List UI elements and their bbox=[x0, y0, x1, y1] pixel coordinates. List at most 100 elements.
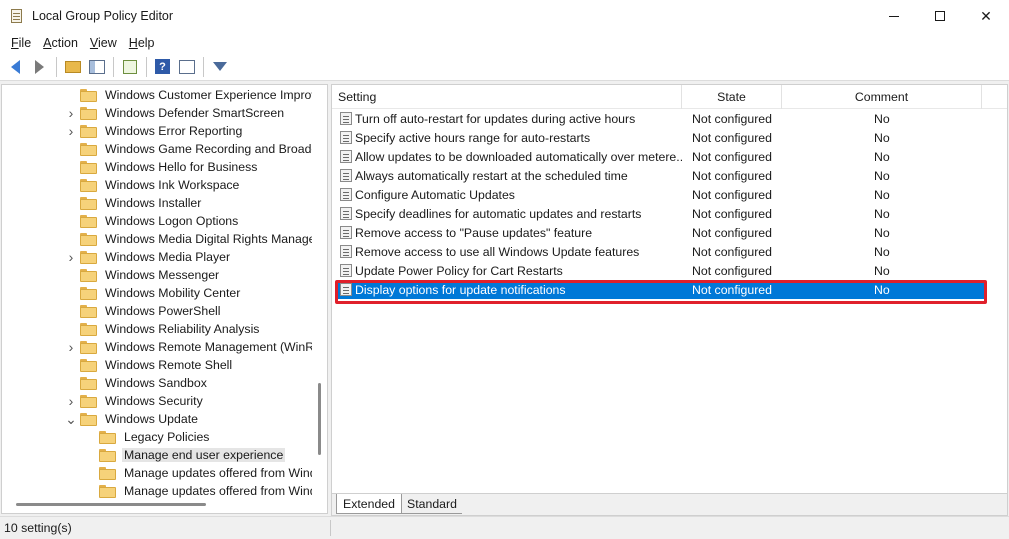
tree-horizontal-scrollbar[interactable] bbox=[2, 497, 315, 513]
tree-item-label: Windows Mobility Center bbox=[105, 286, 241, 300]
tree-item[interactable]: › Windows Security bbox=[2, 392, 312, 410]
tree-item[interactable]: › Windows Remote Management (WinRI bbox=[2, 338, 312, 356]
up-one-level-button[interactable] bbox=[61, 56, 84, 78]
table-row[interactable]: Always automatically restart at the sche… bbox=[332, 166, 1007, 185]
minimize-button[interactable] bbox=[871, 0, 917, 32]
menu-view[interactable]: View bbox=[84, 36, 123, 50]
tree-item[interactable]: Windows Reliability Analysis bbox=[2, 320, 312, 338]
tree-item-label: Windows Customer Experience Improv bbox=[105, 88, 312, 102]
chevron-right-icon[interactable]: › bbox=[66, 338, 76, 356]
column-header-comment[interactable]: Comment bbox=[782, 85, 982, 109]
setting-comment: No bbox=[874, 244, 890, 259]
chevron-right-icon[interactable]: › bbox=[66, 248, 76, 266]
column-header-state[interactable]: State bbox=[682, 85, 782, 109]
export-list-button[interactable] bbox=[118, 56, 141, 78]
view-tabs: Extended Standard bbox=[331, 494, 1008, 516]
tree-item-label: Windows Error Reporting bbox=[105, 124, 243, 138]
chevron-right-icon[interactable]: › bbox=[66, 104, 76, 122]
setting-name: Configure Automatic Updates bbox=[355, 187, 515, 202]
tree-item[interactable]: Windows Mobility Center bbox=[2, 284, 312, 302]
tree-vertical-scrollbar[interactable] bbox=[315, 85, 327, 497]
maximize-button[interactable] bbox=[917, 0, 963, 32]
tree-pane[interactable]: Windows Customer Experience Improv › Windo… bbox=[1, 84, 328, 514]
filter-icon bbox=[212, 62, 227, 71]
tree-item[interactable]: Windows Media Digital Rights Manage bbox=[2, 230, 312, 248]
table-row[interactable]: Turn off auto-restart for updates during… bbox=[332, 109, 1007, 128]
tree-item[interactable]: › Windows Error Reporting bbox=[2, 122, 312, 140]
properties-button[interactable] bbox=[175, 56, 198, 78]
table-row[interactable]: Configure Automatic Updates Not configure… bbox=[332, 185, 1007, 204]
status-separator bbox=[330, 520, 331, 536]
tree-item[interactable]: Windows Customer Experience Improv bbox=[2, 86, 312, 104]
toolbar: ? bbox=[0, 53, 1009, 81]
tree-item[interactable]: Windows Game Recording and Broadca bbox=[2, 140, 312, 158]
back-button[interactable] bbox=[4, 56, 27, 78]
tree-item[interactable]: ⌄ Windows Update bbox=[2, 410, 312, 428]
show-hide-tree-icon bbox=[88, 59, 105, 74]
tree-item[interactable]: › Windows Media Player bbox=[2, 248, 312, 266]
close-button[interactable]: ✕ bbox=[963, 0, 1009, 32]
filter-button[interactable] bbox=[208, 56, 231, 78]
table-row[interactable]: Update Power Policy for Cart Restarts Not… bbox=[332, 261, 1007, 280]
setting-name: Display options for update notifications bbox=[355, 282, 566, 297]
up-folder-icon bbox=[64, 60, 81, 73]
settings-list-pane[interactable]: Setting State Comment Turn off auto-rest… bbox=[331, 84, 1008, 494]
chevron-right-icon[interactable]: › bbox=[66, 392, 76, 410]
status-bar: 10 setting(s) bbox=[0, 516, 1009, 539]
folder-icon bbox=[80, 125, 97, 138]
table-row[interactable]: Remove access to "Pause updates" feature… bbox=[332, 223, 1007, 242]
folder-icon bbox=[80, 341, 97, 354]
tab-standard[interactable]: Standard bbox=[402, 494, 462, 514]
policy-setting-icon bbox=[340, 150, 352, 163]
table-row[interactable]: Specify deadlines for automatic updates … bbox=[332, 204, 1007, 223]
tree-item[interactable]: Windows Logon Options bbox=[2, 212, 312, 230]
tree-item-label: Manage updates offered from Wind bbox=[124, 466, 312, 480]
column-header-setting[interactable]: Setting bbox=[332, 85, 682, 109]
help-button[interactable]: ? bbox=[151, 56, 174, 78]
tab-extended[interactable]: Extended bbox=[336, 494, 402, 514]
folder-icon bbox=[80, 287, 97, 300]
tree-item-label: Windows Game Recording and Broadca bbox=[105, 142, 312, 156]
tree-item[interactable]: Legacy Policies bbox=[2, 428, 312, 446]
folder-icon bbox=[80, 143, 97, 156]
tree-item[interactable]: Windows PowerShell bbox=[2, 302, 312, 320]
folder-icon bbox=[80, 413, 97, 426]
tree-item-label: Windows Ink Workspace bbox=[105, 178, 240, 192]
title-bar: Local Group Policy Editor ✕ bbox=[0, 0, 1009, 32]
tree-item[interactable]: Windows Remote Shell bbox=[2, 356, 312, 374]
tree-item[interactable]: Windows Ink Workspace bbox=[2, 176, 312, 194]
folder-icon bbox=[80, 161, 97, 174]
table-row[interactable]: Display options for update notifications… bbox=[338, 280, 984, 299]
setting-state: Not configured bbox=[692, 187, 772, 202]
scrollbar-thumb[interactable] bbox=[16, 503, 206, 506]
tree-item[interactable]: Windows Messenger bbox=[2, 266, 312, 284]
setting-state: Not configured bbox=[692, 263, 772, 278]
tree-item[interactable]: Windows Sandbox bbox=[2, 374, 312, 392]
menu-help[interactable]: Help bbox=[123, 36, 161, 50]
policy-setting-icon bbox=[340, 207, 352, 220]
policy-setting-icon bbox=[340, 169, 352, 182]
tree-item[interactable]: Windows Hello for Business bbox=[2, 158, 312, 176]
scrollbar-thumb[interactable] bbox=[318, 383, 321, 455]
tree-item[interactable]: Windows Installer bbox=[2, 194, 312, 212]
policy-setting-icon bbox=[340, 131, 352, 144]
table-row[interactable]: Specify active hours range for auto-rest… bbox=[332, 128, 1007, 147]
setting-state: Not configured bbox=[692, 282, 772, 297]
chevron-right-icon[interactable]: › bbox=[66, 122, 76, 140]
menu-file[interactable]: File bbox=[5, 36, 37, 50]
setting-comment: No bbox=[874, 149, 890, 164]
table-row[interactable]: Remove access to use all Windows Update … bbox=[332, 242, 1007, 261]
menu-action[interactable]: Action bbox=[37, 36, 84, 50]
table-row[interactable]: Allow updates to be downloaded automatic… bbox=[332, 147, 1007, 166]
show-hide-tree-button[interactable] bbox=[85, 56, 108, 78]
tree-item[interactable]: Manage updates offered from Wind bbox=[2, 464, 312, 482]
menu-bar: File Action View Help bbox=[0, 32, 1009, 53]
tree-item[interactable]: › Windows Defender SmartScreen bbox=[2, 104, 312, 122]
tree-item-label: Windows Logon Options bbox=[105, 214, 239, 228]
folder-icon bbox=[80, 251, 97, 264]
chevron-down-icon[interactable]: ⌄ bbox=[65, 410, 77, 428]
tree-item[interactable]: Manage end user experience bbox=[2, 446, 312, 464]
setting-comment: No bbox=[874, 225, 890, 240]
setting-state: Not configured bbox=[692, 149, 772, 164]
forward-button[interactable] bbox=[28, 56, 51, 78]
